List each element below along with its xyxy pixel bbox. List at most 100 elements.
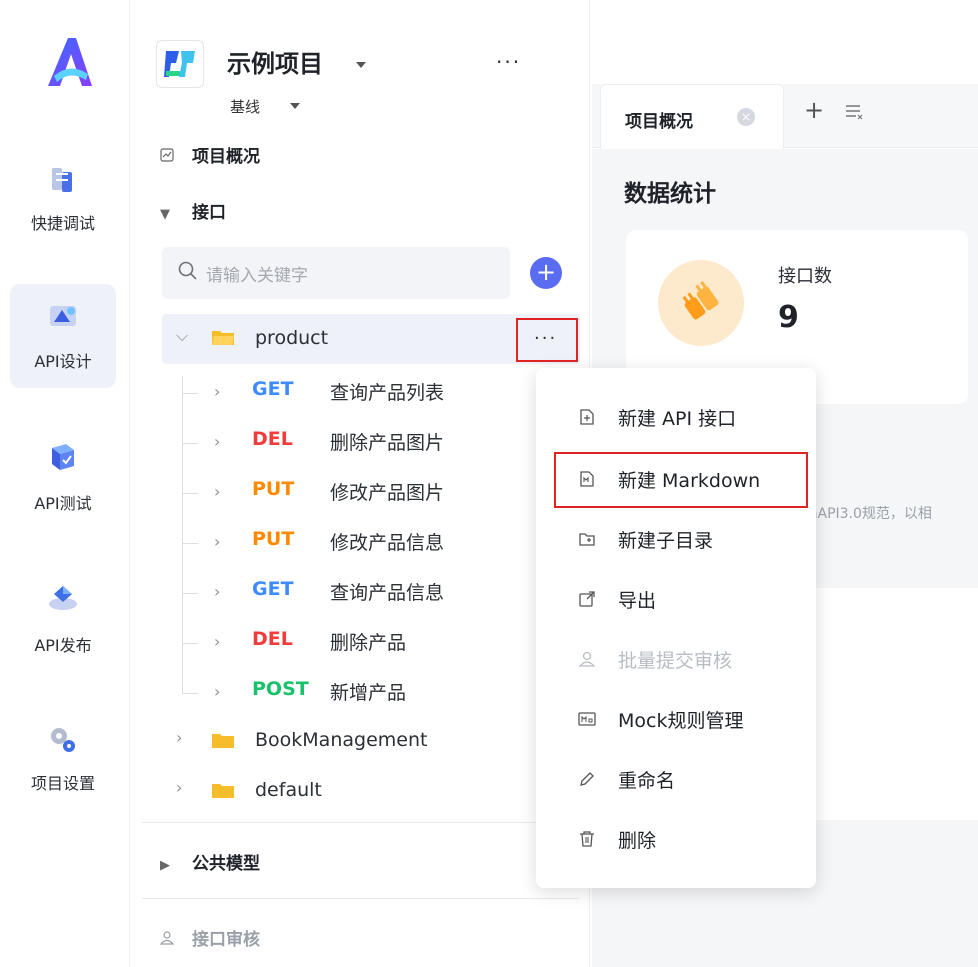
chevron-right-icon[interactable]: › <box>214 382 220 401</box>
search-icon <box>178 261 197 280</box>
api-count-label: 接口数 <box>778 266 832 287</box>
folder-name: default <box>255 779 322 801</box>
api-row[interactable]: › PUT 修改产品图片 <box>182 472 522 522</box>
rail-label: 快捷调试 <box>30 214 95 233</box>
rail-label: API设计 <box>34 352 92 371</box>
rail-label: API测试 <box>34 494 92 513</box>
menu-item-batch-review: 批量提交审核 <box>536 634 816 684</box>
folder-more-button[interactable]: ··· <box>534 328 557 349</box>
chevron-right-icon[interactable]: › <box>214 582 220 601</box>
baseline-caret-icon[interactable] <box>290 103 300 109</box>
add-button[interactable]: + <box>530 257 562 289</box>
api-name: 修改产品信息 <box>330 532 445 554</box>
chevron-right-icon: › <box>176 778 183 797</box>
folder-row-default[interactable]: › default <box>162 772 580 812</box>
api-method: DEL <box>252 428 293 450</box>
context-menu <box>536 368 816 888</box>
app-window: 快捷调试 API设计 API测试 API发布 项目设置 示例项目 ··· 基线 … <box>0 0 978 967</box>
section-review[interactable]: 接口审核 <box>159 925 260 950</box>
caret-right-icon: ▶ <box>160 858 170 873</box>
section-overview-label: 项目概况 <box>192 147 260 167</box>
api-row[interactable]: › DEL 删除产品图片 <box>182 422 522 472</box>
chevron-right-icon[interactable]: › <box>214 432 220 451</box>
chevron-right-icon[interactable]: › <box>214 682 220 701</box>
tab-label: 项目概况 <box>625 112 693 132</box>
folder-icon <box>212 784 234 798</box>
chevron-right-icon[interactable]: › <box>214 482 220 501</box>
search-input[interactable]: 请输入关键字 <box>206 261 308 286</box>
tree-branch-line <box>182 443 198 444</box>
section-models[interactable]: ▶ 公共模型 <box>160 849 260 874</box>
menu-item-rename[interactable]: 重命名 <box>536 754 816 804</box>
stats-title: 数据统计 <box>624 181 716 207</box>
api-method: POST <box>252 678 309 700</box>
menu-item-mock-rules[interactable]: Mock规则管理 <box>536 694 816 744</box>
caret-down-icon: ▼ <box>160 207 170 222</box>
api-count-value: 9 <box>778 300 799 335</box>
chevron-right-icon[interactable]: › <box>214 532 220 551</box>
menu-item-label: Mock规则管理 <box>618 710 744 732</box>
rail-item-api-design[interactable]: API设计 <box>10 284 116 388</box>
api-name: 删除产品图片 <box>330 432 445 454</box>
chevron-right-icon: › <box>176 728 183 747</box>
rail-item-api-test[interactable]: API测试 <box>10 430 116 534</box>
project-logo-icon <box>164 51 195 77</box>
new-subfolder-icon <box>579 533 595 546</box>
api-test-icon <box>52 444 74 470</box>
menu-item-label: 删除 <box>618 830 657 852</box>
menu-item-label: 新建 API 接口 <box>618 408 737 430</box>
menu-item-label: 导出 <box>618 590 657 612</box>
api-publish-icon <box>49 586 77 610</box>
menu-item-label: 新建子目录 <box>618 530 714 552</box>
api-row[interactable]: › GET 查询产品列表 <box>182 372 522 422</box>
api-name: 删除产品 <box>330 632 407 654</box>
add-tab-button[interactable]: + <box>804 96 824 124</box>
section-overview[interactable]: 项目概况 <box>160 142 260 167</box>
rename-icon <box>580 772 594 786</box>
rail-item-api-publish[interactable]: API发布 <box>10 572 116 676</box>
tree-branch-line <box>182 493 198 494</box>
divider <box>142 822 579 823</box>
project-settings-icon <box>51 728 75 752</box>
rail-label: API发布 <box>34 636 92 655</box>
batch-review-icon <box>578 651 596 667</box>
menu-item-new-subfolder[interactable]: 新建子目录 <box>536 514 816 564</box>
info-text: enAPI3.0规范，以相 <box>800 506 932 522</box>
api-row[interactable]: › DEL 删除产品 <box>182 622 522 672</box>
new-api-icon <box>580 409 594 425</box>
chevron-right-icon[interactable]: › <box>214 632 220 651</box>
rail-item-project-settings[interactable]: 项目设置 <box>10 712 116 816</box>
api-design-icon <box>50 306 76 326</box>
menu-item-export[interactable]: 导出 <box>536 574 816 624</box>
search-box[interactable]: 请输入关键字 <box>162 247 510 299</box>
section-models-label: 公共模型 <box>192 854 260 874</box>
user-review-icon <box>159 931 178 949</box>
api-row[interactable]: › POST 新增产品 <box>182 672 522 722</box>
nav-rail: 快捷调试 API设计 API测试 API发布 项目设置 <box>0 0 130 967</box>
menu-item-label: 批量提交审核 <box>618 650 733 672</box>
rail-label: 项目设置 <box>30 774 95 793</box>
baseline-selector[interactable]: 基线 <box>230 96 260 117</box>
project-dropdown-caret-icon[interactable] <box>356 62 366 68</box>
api-name: 查询产品列表 <box>330 382 445 404</box>
rail-item-quick-debug[interactable]: 快捷调试 <box>10 150 116 254</box>
section-interfaces[interactable]: ▼ 接口 <box>160 198 226 223</box>
folder-icon <box>212 734 234 748</box>
api-method: PUT <box>252 478 295 500</box>
app-logo-icon[interactable] <box>40 32 98 90</box>
folder-name: product <box>255 327 329 349</box>
menu-item-delete[interactable]: 删除 <box>536 814 816 864</box>
tab-list-icon[interactable] <box>844 102 864 122</box>
api-row[interactable]: › GET 查询产品信息 <box>182 572 522 622</box>
project-title[interactable]: 示例项目 <box>227 44 323 79</box>
chart-icon <box>160 148 178 166</box>
project-logo <box>156 40 204 88</box>
menu-item-new-api[interactable]: 新建 API 接口 <box>536 392 816 442</box>
tab-project-overview[interactable]: 项目概况 × <box>600 84 784 150</box>
folder-row-bookmanagement[interactable]: › BookManagement <box>162 722 580 762</box>
api-row[interactable]: › PUT 修改产品信息 <box>182 522 522 572</box>
menu-item-label: 重命名 <box>618 770 676 792</box>
project-more-button[interactable]: ··· <box>496 50 521 74</box>
tab-close-icon[interactable]: × <box>737 108 755 126</box>
api-name: 查询产品信息 <box>330 582 445 604</box>
